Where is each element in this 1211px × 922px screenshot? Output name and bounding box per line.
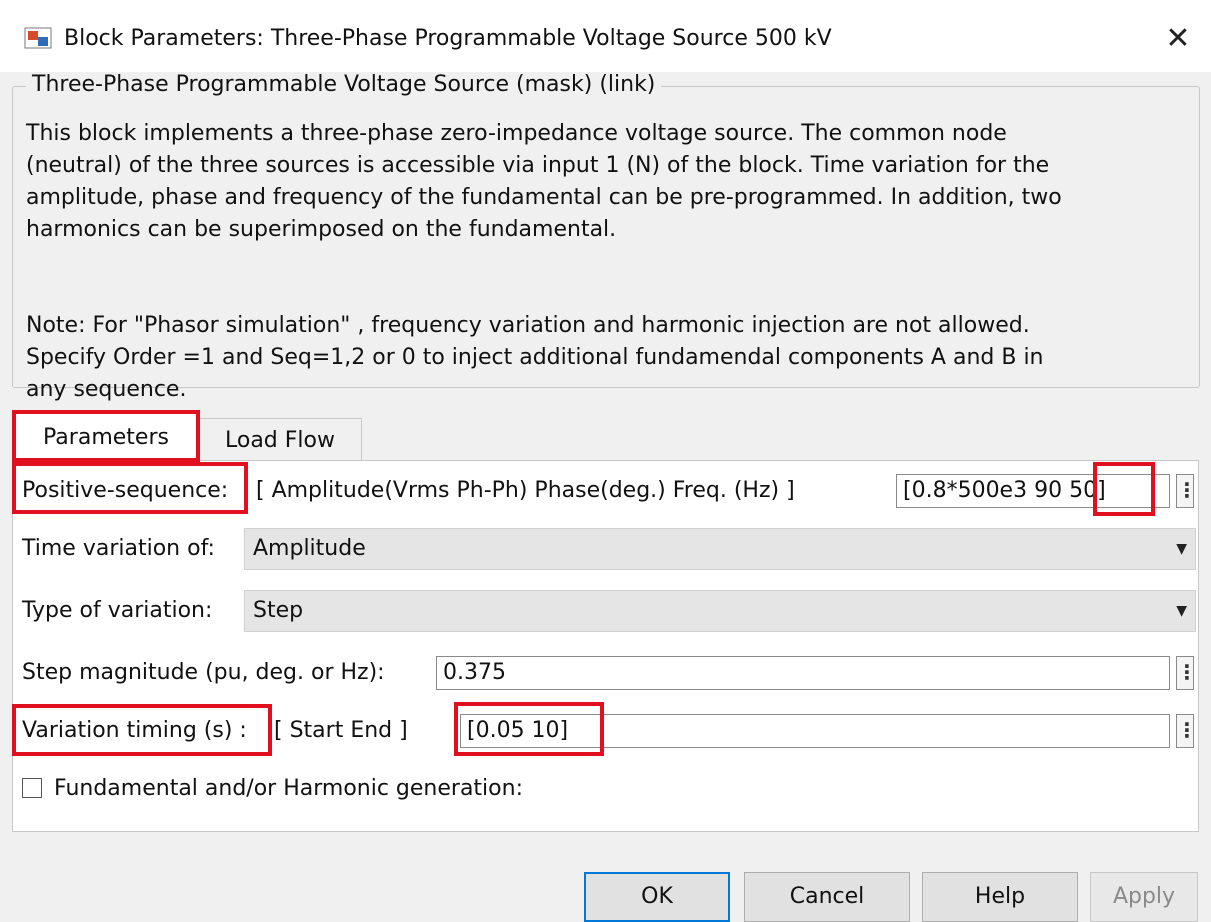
tab-load-flow[interactable]: Load Flow (198, 418, 362, 461)
cancel-button[interactable]: Cancel (744, 872, 910, 922)
type-variation-label: Type of variation: (22, 598, 213, 623)
window-title: Block Parameters: Three-Phase Programmab… (64, 26, 832, 51)
highlight-box-frequency-value (1093, 462, 1155, 516)
highlight-box-positive-sequence (12, 462, 248, 514)
more-options-icon[interactable]: ⋮ (1176, 656, 1197, 690)
type-variation-value: Step (253, 598, 304, 623)
help-button[interactable]: Help (922, 872, 1078, 922)
group-title: Three-Phase Programmable Voltage Source … (26, 72, 662, 97)
variation-timing-hint: [ Start End ] (274, 718, 408, 743)
block-description: This block implements a three-phase zero… (26, 121, 1062, 242)
time-variation-label: Time variation of: (22, 536, 215, 561)
step-magnitude-input[interactable]: 0.375 (436, 656, 1170, 690)
highlight-box-timing-value (454, 702, 604, 756)
harmonic-generation-label: Fundamental and/or Harmonic generation: (54, 776, 523, 801)
chevron-down-icon: ▼ (1176, 603, 1187, 619)
more-options-icon[interactable]: ⋮ (1176, 714, 1197, 748)
step-magnitude-label: Step magnitude (pu, deg. or Hz): (22, 660, 385, 685)
apply-button[interactable]: Apply (1090, 872, 1198, 922)
type-variation-select[interactable]: Step ▼ (244, 590, 1196, 632)
time-variation-select[interactable]: Amplitude ▼ (244, 528, 1196, 570)
time-variation-value: Amplitude (253, 536, 366, 561)
chevron-down-icon: ▼ (1176, 541, 1187, 557)
ok-button[interactable]: OK (584, 872, 730, 922)
title-bar: Block Parameters: Three-Phase Programmab… (0, 0, 1211, 72)
harmonic-generation-checkbox[interactable] (22, 778, 42, 798)
positive-sequence-hint: [ Amplitude(Vrms Ph-Ph) Phase(deg.) Freq… (256, 478, 795, 503)
highlight-box-variation-timing (12, 704, 272, 756)
highlight-box-parameters-tab (12, 410, 200, 462)
simulink-block-icon (24, 27, 52, 49)
more-options-icon[interactable]: ⋮ (1176, 474, 1197, 508)
block-note: Note: For "Phasor simulation" , frequenc… (26, 313, 1044, 402)
close-icon[interactable]: ✕ (1160, 22, 1196, 58)
